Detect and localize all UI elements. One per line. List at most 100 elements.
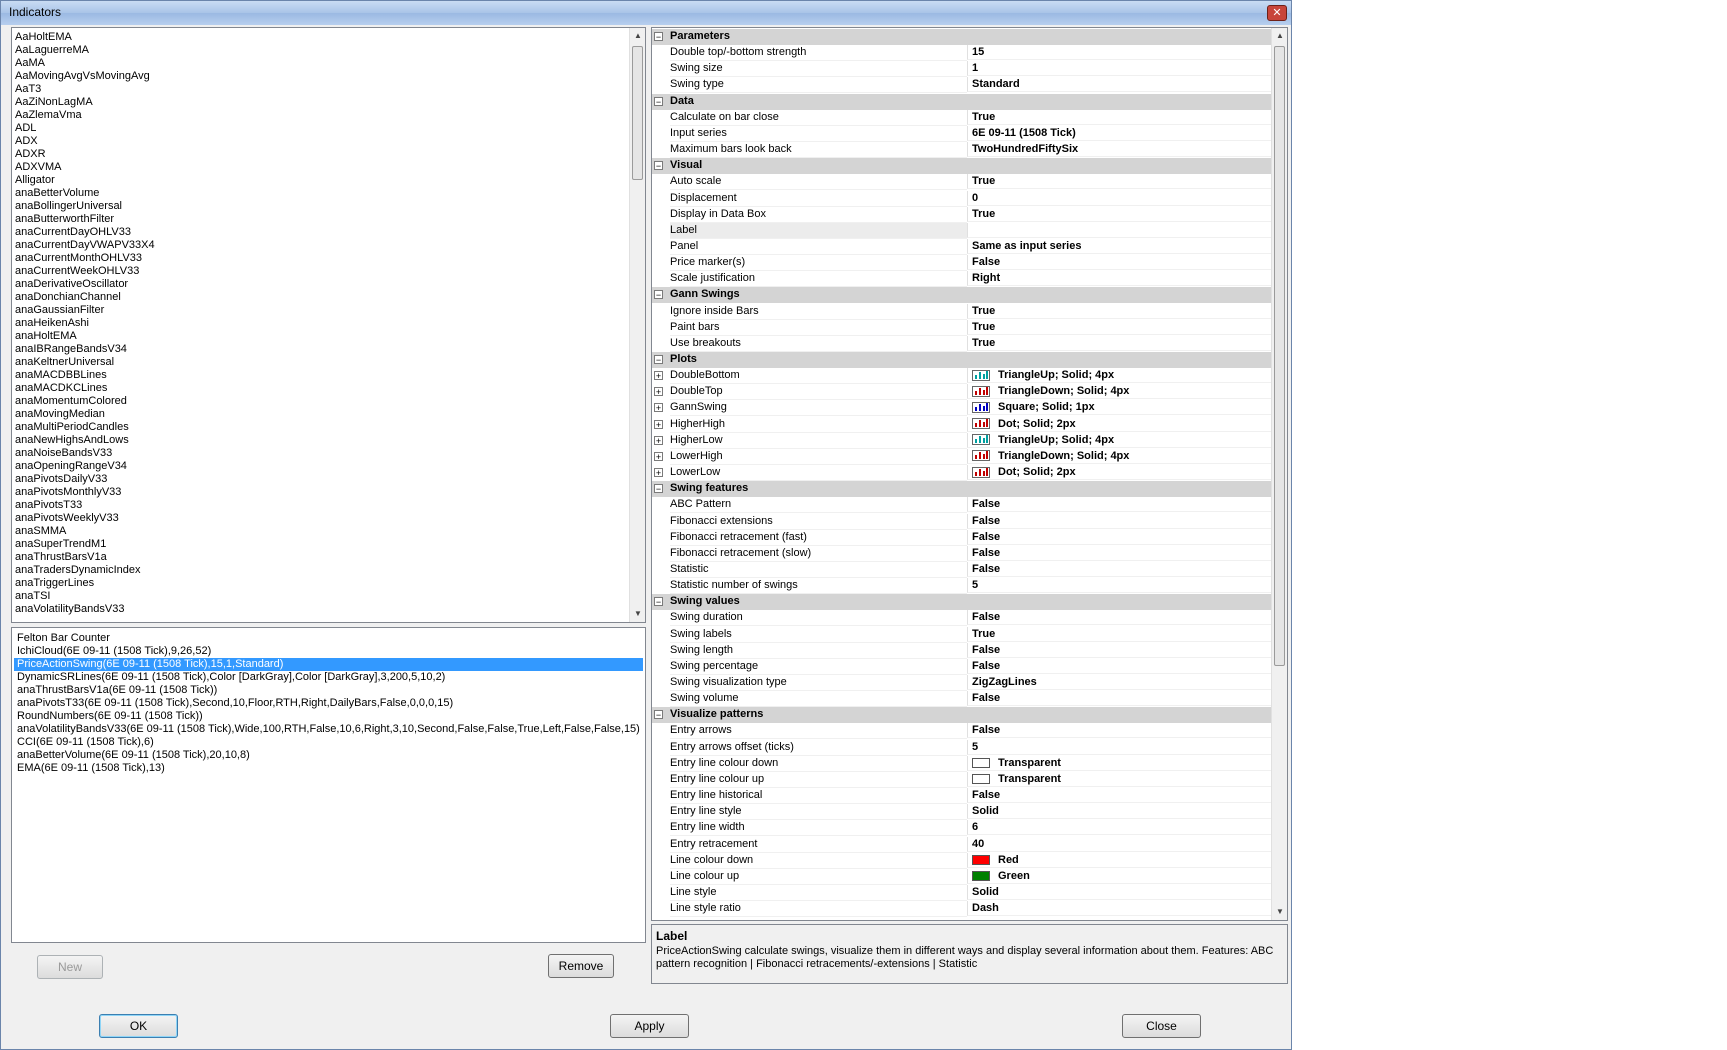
property-row[interactable]: + DoubleBottom TriangleUp; Solid; 4px xyxy=(652,368,1272,385)
indicator-list-item[interactable]: AaT3 xyxy=(12,83,627,96)
scroll-down-arrow-icon[interactable]: ▼ xyxy=(1272,904,1287,920)
property-value[interactable]: Green xyxy=(967,868,1272,884)
property-row[interactable]: + GannSwing Square; Solid; 1px xyxy=(652,400,1272,417)
property-row[interactable]: Price marker(s) False xyxy=(652,255,1272,272)
indicator-list-item[interactable]: anaPivotsMonthlyV33 xyxy=(12,486,627,499)
indicator-list-item[interactable]: anaPivotsWeeklyV33 xyxy=(12,512,627,525)
property-row[interactable]: ABC Pattern False xyxy=(652,497,1272,514)
property-row[interactable]: Maximum bars look back TwoHundredFiftySix xyxy=(652,142,1272,159)
property-row[interactable]: Line style Solid xyxy=(652,884,1272,901)
indicator-list-item[interactable]: AaZiNonLagMA xyxy=(12,96,627,109)
expand-icon[interactable]: + xyxy=(654,451,663,461)
property-row[interactable]: Scale justification Right xyxy=(652,271,1272,288)
new-button[interactable]: New xyxy=(37,955,103,979)
property-value[interactable]: TriangleDown; Solid; 4px xyxy=(967,384,1272,400)
collapse-icon[interactable]: − xyxy=(654,710,663,720)
property-value[interactable]: False xyxy=(967,658,1272,674)
applied-indicator-item[interactable]: CCI(6E 09-11 (1508 Tick),6) xyxy=(14,736,643,749)
property-value[interactable]: 5 xyxy=(967,578,1272,594)
indicator-list-item[interactable]: anaDerivativeOscillator xyxy=(12,278,627,291)
property-row[interactable]: Statistic False xyxy=(652,561,1272,578)
property-row[interactable]: Fibonacci extensions False xyxy=(652,513,1272,530)
property-row[interactable]: Paint bars True xyxy=(652,319,1272,336)
collapse-icon[interactable]: − xyxy=(654,32,663,42)
property-row[interactable]: Swing visualization type ZigZagLines xyxy=(652,675,1272,691)
indicator-list-item[interactable]: anaCurrentDayOHLV33 xyxy=(12,226,627,239)
remove-button[interactable]: Remove xyxy=(548,954,614,978)
property-grid[interactable]: − Parameters Double top/-bottom strength 15… xyxy=(651,27,1288,921)
property-value[interactable]: True xyxy=(967,319,1272,335)
property-value[interactable]: TriangleUp; Solid; 4px xyxy=(967,432,1272,448)
property-value[interactable]: 15 xyxy=(967,45,1272,61)
property-value[interactable]: True xyxy=(967,335,1272,351)
collapse-icon[interactable]: − xyxy=(654,161,663,171)
title-bar[interactable]: Indicators ✕ xyxy=(1,1,1291,25)
property-value[interactable]: False xyxy=(967,545,1272,561)
property-value[interactable]: False xyxy=(967,529,1272,545)
property-value[interactable]: 5 xyxy=(967,739,1272,755)
applied-indicator-item[interactable]: EMA(6E 09-11 (1508 Tick),13) xyxy=(14,762,643,775)
indicator-list-item[interactable]: anaBollingerUniversal xyxy=(12,200,627,213)
indicator-list-item[interactable]: anaTSI xyxy=(12,590,627,603)
indicator-list-item[interactable]: anaOpeningRangeV34 xyxy=(12,460,627,473)
category-row[interactable]: − Data xyxy=(652,93,1272,110)
indicator-list-item[interactable]: anaDonchianChannel xyxy=(12,291,627,304)
scroll-up-arrow-icon[interactable]: ▲ xyxy=(1272,28,1287,44)
property-row[interactable]: Swing size 1 xyxy=(652,61,1272,78)
property-value[interactable]: 1 xyxy=(967,61,1272,77)
indicator-list-item[interactable]: anaCurrentWeekOHLV33 xyxy=(12,265,627,278)
indicator-list-item[interactable]: anaCurrentMonthOHLV33 xyxy=(12,252,627,265)
indicator-list-item[interactable]: anaPivotsT33 xyxy=(12,499,627,512)
expand-icon[interactable]: + xyxy=(654,419,663,429)
indicator-list-item[interactable]: anaSMMA xyxy=(12,525,627,538)
property-row[interactable]: Entry arrows False xyxy=(652,723,1272,740)
category-row[interactable]: − Swing features xyxy=(652,481,1272,498)
property-value[interactable]: TriangleDown; Solid; 4px xyxy=(967,448,1272,464)
indicator-list-item[interactable]: anaMomentumColored xyxy=(12,395,627,408)
close-button[interactable]: Close xyxy=(1122,1014,1201,1038)
applied-indicator-item[interactable]: anaBetterVolume(6E 09-11 (1508 Tick),20,… xyxy=(14,749,643,762)
property-row[interactable]: + DoubleTop TriangleDown; Solid; 4px xyxy=(652,384,1272,401)
applied-indicator-item[interactable]: anaVolatilityBandsV33(6E 09-11 (1508 Tic… xyxy=(14,723,643,736)
property-row[interactable]: Double top/-bottom strength 15 xyxy=(652,45,1272,62)
property-value[interactable]: Transparent xyxy=(967,771,1272,787)
applied-indicator-item[interactable]: DynamicSRLines(6E 09-11 (1508 Tick),Colo… xyxy=(14,671,643,684)
property-value[interactable]: 0 xyxy=(967,190,1272,206)
property-row[interactable]: Display in Data Box True xyxy=(652,206,1272,223)
indicator-list-item[interactable]: anaMovingMedian xyxy=(12,408,627,421)
property-row[interactable]: Entry line historical False xyxy=(652,788,1272,805)
property-row[interactable]: Calculate on bar close True xyxy=(652,109,1272,126)
applied-indicators-list[interactable]: Felton Bar Counter IchiCloud(6E 09-11 (15… xyxy=(11,627,646,943)
property-value[interactable]: False xyxy=(967,561,1272,577)
property-row[interactable]: Swing volume False xyxy=(652,691,1272,708)
property-row[interactable]: Fibonacci retracement (fast) False xyxy=(652,529,1272,546)
applied-indicator-item[interactable]: PriceActionSwing(6E 09-11 (1508 Tick),15… xyxy=(14,658,643,671)
property-row[interactable]: + HigherHigh Dot; Solid; 2px xyxy=(652,416,1272,433)
property-row[interactable]: Entry arrows offset (ticks) 5 xyxy=(652,739,1272,756)
property-row[interactable]: Entry line colour down Transparent xyxy=(652,755,1272,772)
property-row[interactable]: Swing length False xyxy=(652,642,1272,659)
property-value[interactable]: ZigZagLines xyxy=(967,675,1272,690)
ok-button[interactable]: OK xyxy=(99,1014,178,1038)
indicator-list-item[interactable]: AaZlemaVma xyxy=(12,109,627,122)
property-value[interactable]: False xyxy=(967,642,1272,658)
scroll-thumb[interactable] xyxy=(632,46,643,180)
property-grid-scrollbar[interactable]: ▲ ▼ xyxy=(1271,28,1287,920)
property-value[interactable]: Dot; Solid; 2px xyxy=(967,416,1272,432)
indicator-list-item[interactable]: anaNewHighsAndLows xyxy=(12,434,627,447)
property-row[interactable]: + LowerLow Dot; Solid; 2px xyxy=(652,465,1272,482)
indicator-list-item[interactable]: anaSuperTrendM1 xyxy=(12,538,627,551)
collapse-icon[interactable]: − xyxy=(654,355,663,365)
category-row[interactable]: − Visual xyxy=(652,158,1272,175)
property-row[interactable]: Use breakouts True xyxy=(652,335,1272,352)
collapse-icon[interactable]: − xyxy=(654,290,663,300)
indicator-list-item[interactable]: anaHoltEMA xyxy=(12,330,627,343)
category-row[interactable]: − Parameters xyxy=(652,29,1272,45)
collapse-icon[interactable]: − xyxy=(654,96,663,106)
property-value[interactable]: Dash xyxy=(967,901,1272,917)
applied-indicator-item[interactable]: anaPivotsT33(6E 09-11 (1508 Tick),Second… xyxy=(14,697,643,710)
property-value[interactable]: True xyxy=(967,109,1272,125)
property-value[interactable]: Solid xyxy=(967,804,1272,820)
property-value[interactable]: True xyxy=(967,174,1272,190)
indicator-list-item[interactable]: anaButterworthFilter xyxy=(12,213,627,226)
